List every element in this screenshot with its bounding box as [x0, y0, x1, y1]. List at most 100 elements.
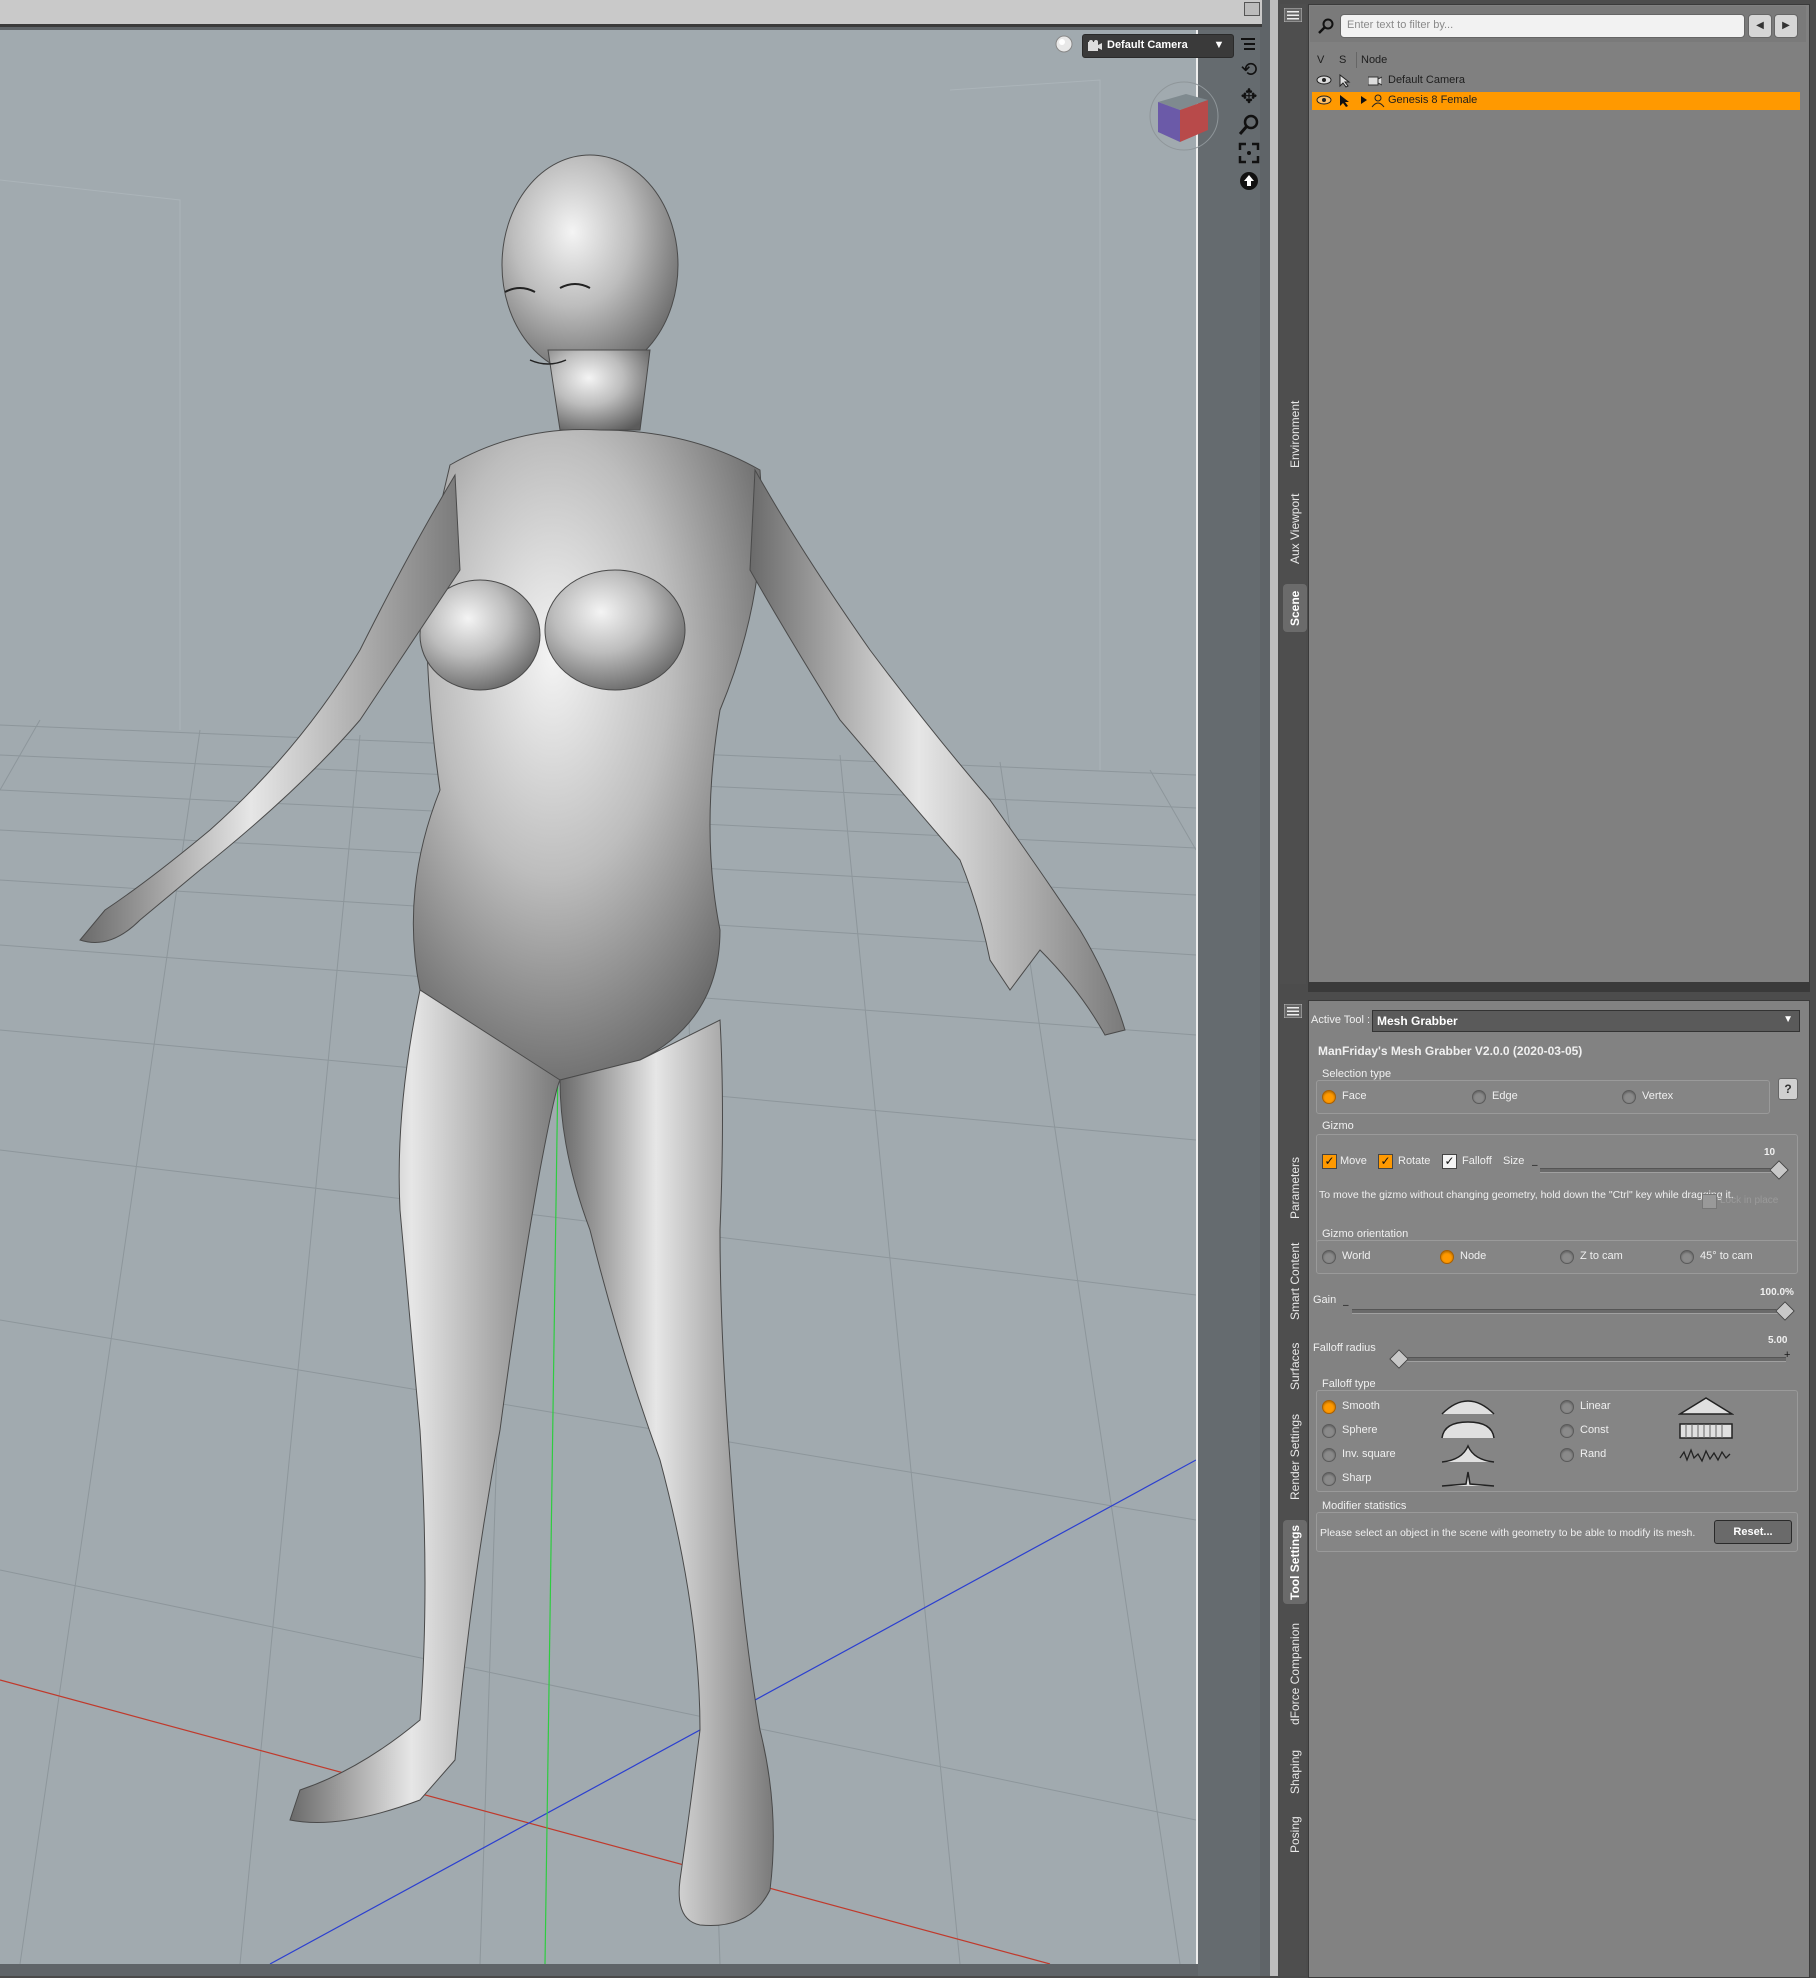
panel-splitter[interactable] [1270, 0, 1278, 1976]
viewport-scene [0, 79, 1196, 1964]
radio-face[interactable] [1322, 1090, 1336, 1104]
radio-world[interactable] [1322, 1250, 1336, 1264]
falloff-radius-label: Falloff radius [1313, 1342, 1376, 1354]
gizmo-move-label: Move [1340, 1155, 1367, 1167]
visibility-eye-icon[interactable] [1316, 74, 1332, 89]
radio-sphere-label: Sphere [1342, 1424, 1378, 1436]
radio-45-to-cam[interactable] [1680, 1250, 1694, 1264]
gain-slider[interactable] [1352, 1309, 1784, 1314]
tab-parameters[interactable]: Parameters [1283, 1150, 1307, 1226]
tab-smart-content[interactable]: Smart Content [1283, 1236, 1307, 1326]
expand-arrow-icon[interactable] [1360, 94, 1368, 109]
slider-minus-icon[interactable]: – [1532, 1160, 1538, 1171]
figure-model [79, 154, 1126, 1927]
viewport-bottom-bar [0, 1964, 1198, 1976]
pan-icon[interactable]: ✥ [1235, 85, 1263, 109]
radio-face-label: Face [1342, 1090, 1367, 1102]
column-header-node[interactable]: Node [1361, 54, 1387, 66]
radio-z-to-cam[interactable] [1560, 1250, 1574, 1264]
selection-type-group [1316, 1080, 1770, 1114]
active-tool-selector[interactable]: Mesh Grabber ▼ [1372, 1010, 1800, 1032]
radio-inv-square[interactable] [1322, 1448, 1336, 1462]
scene-filter-input[interactable] [1341, 15, 1743, 35]
scene-panel-menu-icon[interactable] [1283, 7, 1303, 25]
gizmo-size-label: Size [1503, 1155, 1525, 1167]
tab-surfaces[interactable]: Surfaces [1283, 1336, 1307, 1396]
column-divider [1356, 52, 1357, 68]
reset-button[interactable]: Reset... [1714, 1520, 1792, 1544]
filter-prev-button[interactable]: ◀ [1748, 14, 1772, 38]
radio-vertex[interactable] [1622, 1090, 1636, 1104]
scene-row-genesis-8-female[interactable]: Genesis 8 Female [1312, 92, 1800, 110]
gizmo-orientation-label: Gizmo orientation [1322, 1228, 1409, 1240]
tool-panel-menu-icon[interactable] [1283, 1003, 1303, 1021]
tab-posing[interactable]: Posing [1283, 1810, 1307, 1860]
filter-search-icon [1318, 18, 1334, 37]
radio-const-label: Const [1580, 1424, 1609, 1436]
gizmo-move-checkbox[interactable]: ✓ [1322, 1154, 1337, 1169]
sharp-curve-icon [1440, 1466, 1496, 1491]
orbit-icon[interactable]: ⟲ [1235, 58, 1263, 82]
camera-icon [1088, 40, 1102, 55]
radio-edge[interactable] [1472, 1090, 1486, 1104]
modifier-statistics-message: Please select an object in the scene wit… [1320, 1527, 1696, 1539]
filter-next-button[interactable]: ▶ [1774, 14, 1798, 38]
bottom-side-tab-strip: Parameters Smart Content Surfaces Render… [1280, 1000, 1307, 1976]
help-button[interactable]: ? [1778, 1078, 1798, 1100]
selection-type-label: Selection type [1322, 1068, 1392, 1080]
radio-node-label: Node [1460, 1250, 1487, 1262]
tab-render-settings[interactable]: Render Settings [1283, 1406, 1307, 1508]
falloff-type-label: Falloff type [1322, 1378, 1376, 1390]
visibility-eye-icon[interactable] [1316, 94, 1332, 109]
reset-view-icon[interactable] [1235, 168, 1263, 192]
gizmo-label: Gizmo [1322, 1120, 1354, 1132]
falloff-radius-plus-icon[interactable]: + [1784, 1349, 1790, 1361]
gain-label: Gain [1313, 1294, 1337, 1306]
tab-environment[interactable]: Environment [1283, 394, 1307, 474]
viewport-menu-icon[interactable] [1244, 2, 1260, 18]
radio-edge-label: Edge [1492, 1090, 1518, 1102]
radio-rand-label: Rand [1580, 1448, 1607, 1460]
rand-curve-icon [1678, 1442, 1734, 1467]
gizmo-rotate-checkbox[interactable]: ✓ [1378, 1154, 1393, 1169]
column-header-visible[interactable]: V [1317, 54, 1324, 66]
gizmo-rotate-label: Rotate [1398, 1155, 1431, 1167]
scene-panel-resize-bar[interactable] [1308, 982, 1810, 992]
gizmo-falloff-checkbox[interactable]: ✓ [1442, 1154, 1457, 1169]
radio-sphere[interactable] [1322, 1424, 1336, 1438]
viewport-options-sphere[interactable] [1054, 34, 1076, 56]
gizmo-size-slider[interactable] [1540, 1168, 1776, 1173]
scene-row-default-camera[interactable]: Default Camera [1312, 72, 1800, 90]
tab-tool-settings[interactable]: Tool Settings [1283, 1520, 1307, 1604]
tab-aux-viewport[interactable]: Aux Viewport [1283, 484, 1307, 574]
lock-in-place-checkbox[interactable] [1702, 1194, 1717, 1209]
gain-minus-icon[interactable]: – [1343, 1300, 1349, 1311]
radio-linear[interactable] [1560, 1400, 1574, 1414]
view-cube[interactable] [1148, 80, 1220, 152]
zoom-icon[interactable] [1235, 112, 1263, 136]
frame-selection-icon[interactable] [1235, 140, 1263, 164]
tab-dforce-companion[interactable]: dForce Companion [1283, 1616, 1307, 1732]
selectable-arrow-icon[interactable] [1338, 94, 1352, 111]
radio-node[interactable] [1440, 1250, 1454, 1264]
top-side-tab-strip: Environment Aux Viewport Scene [1280, 4, 1307, 984]
camera-dropdown-arrow[interactable]: ▼ [1208, 34, 1230, 56]
tab-shaping[interactable]: Shaping [1283, 1744, 1307, 1800]
falloff-radius-slider[interactable] [1392, 1357, 1786, 1362]
column-header-selectable[interactable]: S [1339, 54, 1346, 66]
radio-rand[interactable] [1560, 1448, 1574, 1462]
radio-z-to-cam-label: Z to cam [1580, 1250, 1623, 1262]
viewport-panel-menu-icon[interactable] [1240, 36, 1256, 52]
gizmo-hint: To move the gizmo without changing geome… [1319, 1189, 1734, 1201]
selectable-arrow-icon[interactable] [1338, 73, 1352, 91]
camera-icon [1367, 74, 1383, 89]
figure-icon [1370, 94, 1386, 111]
scene-filter-field[interactable] [1340, 14, 1745, 38]
radio-const[interactable] [1560, 1424, 1574, 1438]
smooth-curve-icon [1440, 1394, 1496, 1419]
tab-scene[interactable]: Scene [1283, 584, 1307, 632]
3d-viewport[interactable] [0, 30, 1198, 1964]
radio-sharp[interactable] [1322, 1472, 1336, 1486]
radio-smooth[interactable] [1322, 1400, 1336, 1414]
falloff-radius-value: 5.00 [1768, 1335, 1788, 1346]
